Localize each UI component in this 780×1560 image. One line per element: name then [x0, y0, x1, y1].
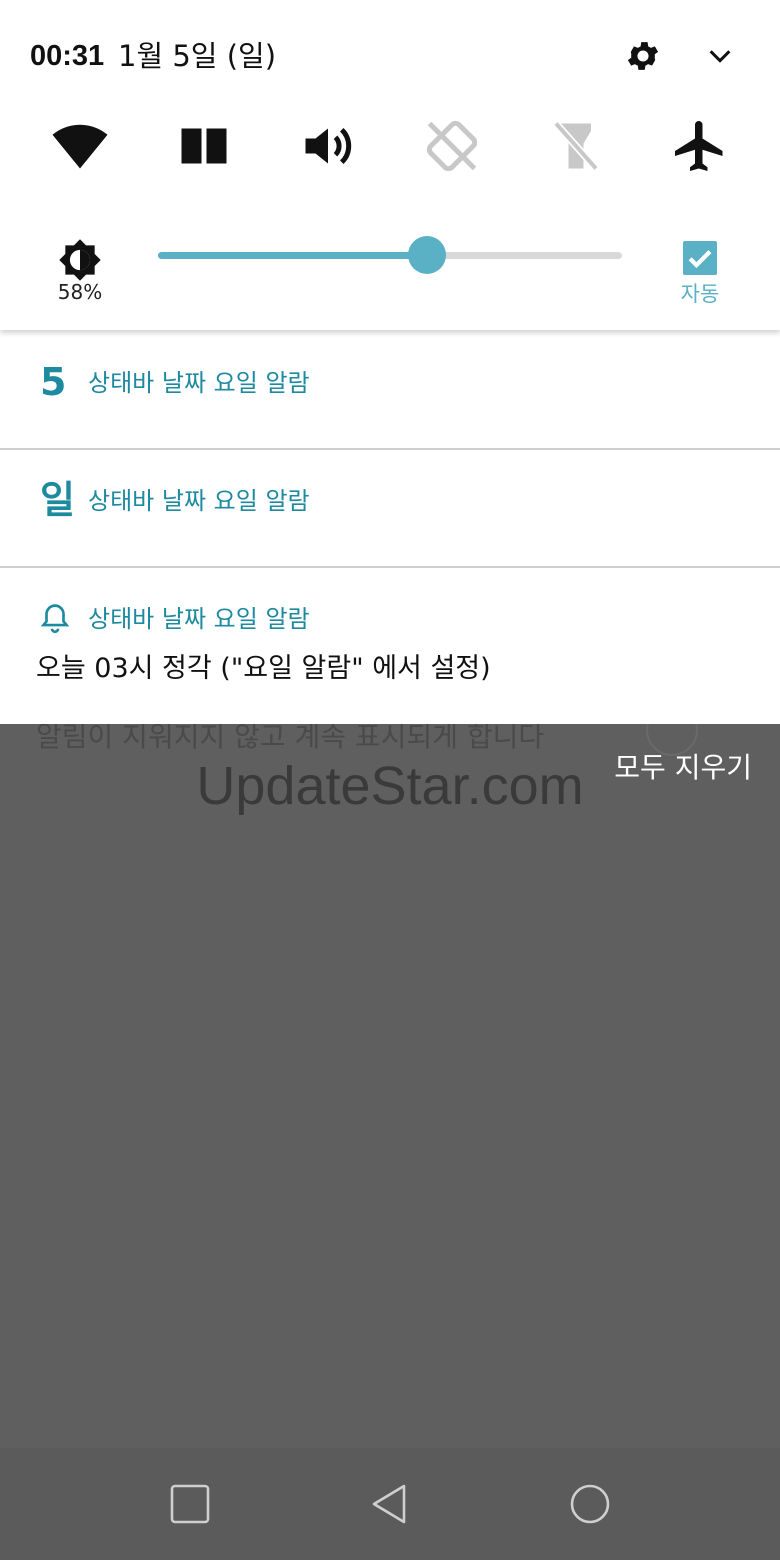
auto-brightness-label: 자동	[680, 282, 720, 306]
notification-date[interactable]: 5 상태바 날짜 요일 알람	[0, 330, 780, 450]
gear-icon[interactable]	[624, 37, 662, 75]
back-icon[interactable]	[360, 1476, 420, 1532]
brightness-icon	[58, 238, 102, 282]
wifi-icon[interactable]	[50, 116, 110, 176]
clock: 00:31	[30, 40, 105, 72]
notification-title: 상태바 날짜 요일 알람	[88, 369, 310, 397]
recents-icon[interactable]	[160, 1476, 220, 1532]
book-open-icon[interactable]	[174, 116, 234, 176]
weekday-glyph: 일	[40, 478, 75, 522]
bell-icon	[40, 602, 70, 636]
airplane-icon[interactable]	[670, 116, 730, 176]
clear-all-button[interactable]: 모두 지우기	[614, 748, 752, 788]
chevron-down-icon[interactable]	[706, 42, 734, 70]
brightness-slider-fill	[158, 252, 428, 259]
quick-settings-panel: 00:31 1월 5일 (일) 58% 자동	[0, 0, 780, 330]
date: 1월 5일 (일)	[118, 39, 277, 73]
brightness-percent: 58%	[57, 280, 103, 304]
flashlight-off-icon[interactable]	[546, 116, 606, 176]
brightness-slider-thumb[interactable]	[408, 236, 447, 274]
notification-weekday[interactable]: 일 상태바 날짜 요일 알람	[0, 450, 780, 568]
date-glyph: 5	[40, 360, 67, 404]
home-icon[interactable]	[560, 1476, 620, 1532]
auto-brightness-checkbox[interactable]	[683, 241, 717, 275]
notification-body: 오늘 03시 정각 ("요일 알람" 에서 설정)	[36, 653, 491, 684]
rotate-off-icon[interactable]	[422, 116, 482, 176]
volume-icon[interactable]	[298, 116, 358, 176]
notification-title: 상태바 날짜 요일 알람	[88, 605, 310, 633]
brightness-slider[interactable]	[158, 252, 622, 259]
notification-alarm[interactable]: 상태바 날짜 요일 알람 오늘 03시 정각 ("요일 알람" 에서 설정)	[0, 568, 780, 724]
navigation-bar	[0, 1448, 780, 1560]
notification-title: 상태바 날짜 요일 알람	[88, 487, 310, 515]
